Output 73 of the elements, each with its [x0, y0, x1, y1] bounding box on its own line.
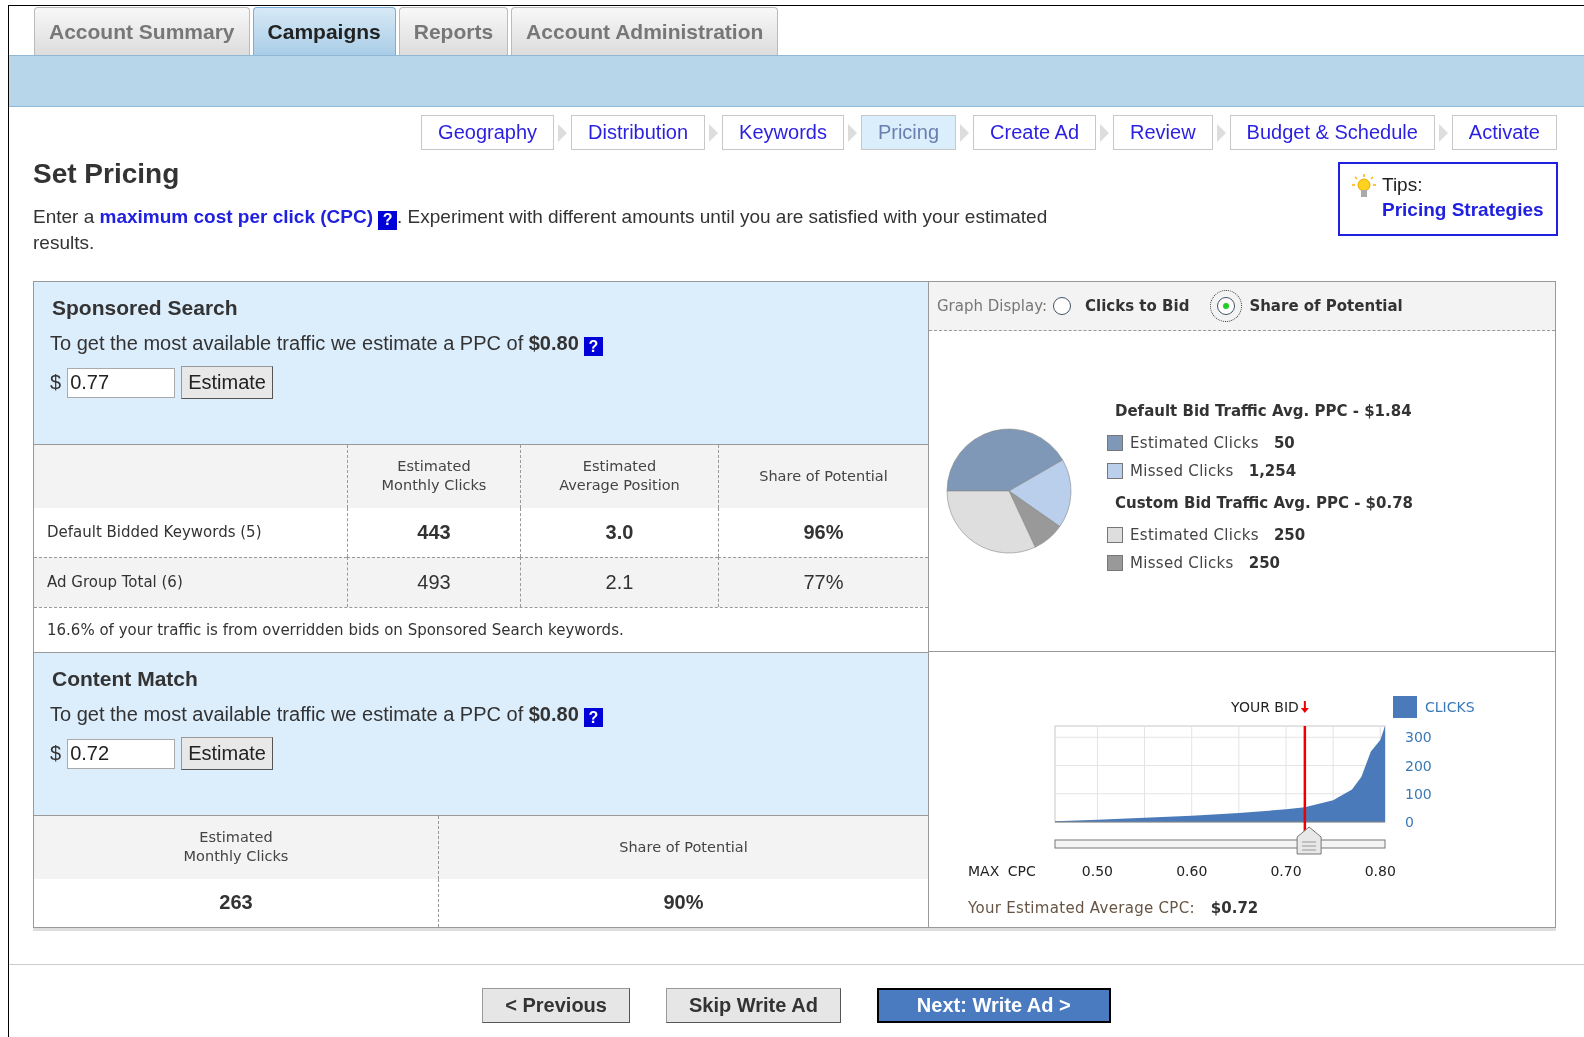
column-header: Estimated Monthly Clicks	[381, 457, 487, 495]
section-title: Content Match	[52, 666, 199, 691]
legend-title: Custom Bid Traffic Avg. PPC - $0.78	[1115, 493, 1414, 512]
y-tick-label: 100	[1405, 785, 1432, 802]
average-cpc-value: $0.72	[1210, 898, 1259, 917]
table-cell: 493	[347, 556, 520, 607]
y-tick-label: 0	[1405, 813, 1414, 830]
legend-value: 1,254	[1248, 461, 1297, 480]
estimate-text: To get the most available traffic we estimate a PPC of $0.80	[50, 702, 579, 725]
legend-label: CLICKS	[1425, 698, 1475, 715]
help-button[interactable]: ?	[583, 708, 603, 727]
nav-button[interactable]: Skip Write Ad	[665, 987, 841, 1023]
y-tick-label: 200	[1405, 757, 1432, 774]
note-text: 16.6% of your traffic is from overridden bids on Sponsored Search keywords.	[47, 620, 624, 639]
help-button[interactable]: ?	[583, 337, 603, 356]
page-title: Set Pricing	[33, 158, 181, 190]
legend-value: 50	[1273, 433, 1295, 452]
estimate-button[interactable]: Estimate	[181, 366, 273, 399]
section-title: Sponsored Search	[52, 295, 239, 320]
row-label: Ad Group Total (6)	[34, 556, 347, 607]
radio-button[interactable]	[1217, 296, 1236, 315]
nav-tab[interactable]: Reports	[398, 7, 509, 55]
bid-input-field[interactable]: 0.77	[67, 367, 176, 398]
table-cell: 2.1	[520, 556, 718, 607]
column-header: Share of Potential	[619, 837, 748, 857]
wizard-step[interactable]: Geography	[421, 115, 555, 150]
column-header: Share of Potential	[759, 466, 888, 486]
radio-label[interactable]: Clicks to Bid	[1085, 296, 1190, 315]
wizard-step[interactable]: Activate	[1451, 115, 1557, 150]
wizard-step[interactable]: Create Ad	[973, 115, 1096, 150]
graph-display-label: Graph Display:	[937, 296, 1048, 315]
intro-text: Enter a maximum cost per click (CPC) ? . Experiment with different amounts until you are satisfied with your estimated results.	[33, 205, 1049, 255]
radio-label[interactable]: Share of Potential	[1249, 296, 1403, 315]
estimate-button[interactable]: Estimate	[181, 737, 273, 770]
legend-label: Estimated Clicks	[1130, 433, 1259, 452]
wizard-step[interactable]: Keywords	[722, 115, 844, 150]
x-tick-label: 0.60	[1176, 862, 1208, 879]
legend-label: Missed Clicks	[1130, 461, 1234, 480]
legend-value: 250	[1273, 525, 1306, 544]
average-cpc-label: Your Estimated Average CPC:	[968, 898, 1195, 917]
x-tick-label: 0.50	[1081, 862, 1113, 879]
nav-tab[interactable]: Campaigns	[252, 7, 396, 55]
tips-label: Tips:	[1382, 174, 1424, 196]
nav-tab[interactable]: Account Summary	[34, 7, 250, 55]
currency-label: $	[50, 742, 62, 765]
x-tick-label: 0.80	[1364, 862, 1396, 879]
x-tick-label: 0.70	[1270, 862, 1302, 879]
tips-link[interactable]: Pricing Strategies	[1382, 199, 1544, 221]
down-arrow-icon	[1300, 699, 1309, 713]
table-cell: 77%	[718, 556, 928, 607]
radio-button[interactable]	[1053, 296, 1072, 315]
bid-label: YOUR BID	[1231, 698, 1299, 715]
column-header: Estimated Monthly Clicks	[183, 828, 289, 866]
nav-button[interactable]: < Previous	[482, 987, 630, 1023]
slider-thumb[interactable]	[1296, 826, 1322, 854]
column-header: Estimated Average Position	[559, 457, 680, 495]
y-tick-label: 300	[1405, 728, 1432, 745]
cpc-link[interactable]: maximum cost per click (CPC)	[99, 206, 374, 227]
help-button[interactable]: ?	[378, 210, 398, 230]
x-axis-label: MAX CPC	[968, 862, 1036, 879]
next-button[interactable]: Next: Write Ad >	[876, 987, 1111, 1023]
currency-label: $	[50, 371, 62, 394]
nav-tab[interactable]: Account Administration	[511, 7, 779, 55]
wizard-step[interactable]: Distribution	[571, 115, 706, 150]
wizard-step[interactable]: Review	[1113, 115, 1213, 150]
legend-title: Default Bid Traffic Avg. PPC - $1.84	[1115, 401, 1413, 420]
legend-swatch	[1393, 695, 1417, 718]
legend-label: Missed Clicks	[1130, 553, 1234, 572]
bid-input-field[interactable]: 0.72	[67, 738, 176, 769]
estimate-text: To get the most available traffic we estimate a PPC of $0.80	[50, 331, 579, 354]
wizard-step[interactable]: Budget & Schedule	[1229, 115, 1435, 150]
legend-value: 250	[1248, 553, 1281, 572]
legend-label: Estimated Clicks	[1130, 525, 1259, 544]
